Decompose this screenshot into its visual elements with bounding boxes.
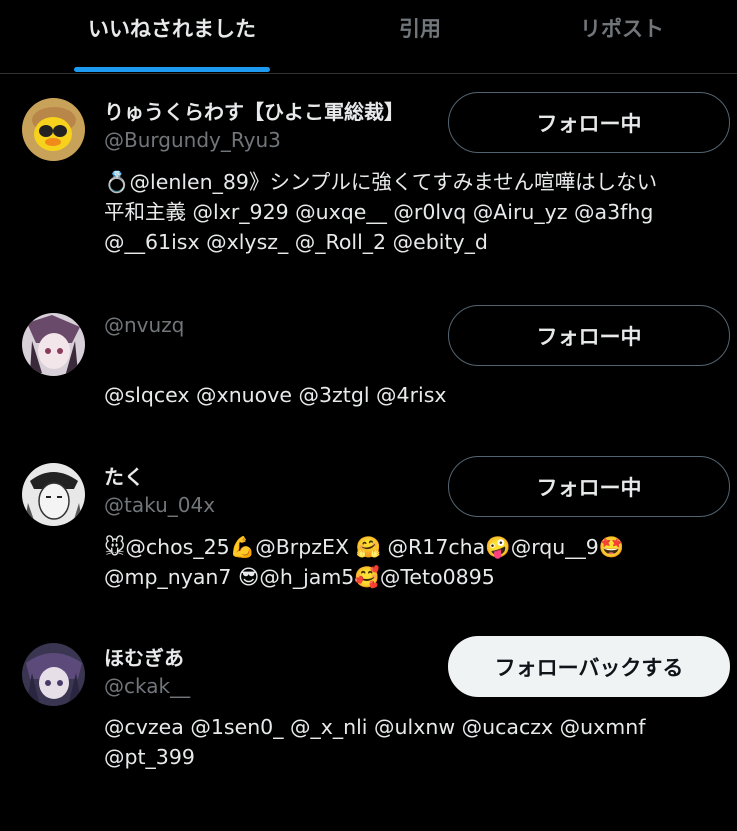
anime-avatar-image	[22, 313, 85, 376]
following-button[interactable]: フォロー中	[448, 456, 730, 517]
bio-line: @pt_399	[104, 745, 195, 769]
tab-reposts[interactable]: リポスト	[552, 14, 692, 44]
avatar[interactable]	[22, 643, 85, 706]
anime-avatar-image	[22, 643, 85, 706]
manga-avatar-image	[22, 463, 85, 526]
avatar[interactable]	[22, 463, 85, 526]
tab-liked[interactable]: いいねされました	[74, 14, 270, 44]
bio-line: 💍@lenlen_89》シンプルに強くてすみません喧嘩はしない	[104, 170, 658, 194]
bio-line: @cvzea @1sen0_ @_x_nli @ulxnw @ucaczx @u…	[104, 715, 646, 739]
user-display-name: りゅうくらわす【ひよこ軍総裁】	[104, 100, 404, 124]
user-display-name: ほむぎあ	[104, 646, 184, 670]
following-button[interactable]: フォロー中	[448, 92, 730, 153]
user-handle: @ckak__	[104, 674, 191, 698]
duck-avatar-image	[22, 98, 85, 161]
bio-line: 🐭@chos_25💪@BrpzEX 🤗 @R17cha🤪@rqu__9🤩	[104, 535, 625, 559]
user-bio: 💍@lenlen_89》シンプルに強くてすみません喧嘩はしない 平和主義 @lx…	[104, 167, 724, 257]
tab-quotes[interactable]: 引用	[360, 14, 480, 44]
user-handle: @nvuzq	[104, 313, 185, 337]
following-button[interactable]: フォロー中	[448, 305, 730, 366]
bio-line: @slqcex @xnuove @3ztgl @4risx	[104, 383, 447, 407]
bio-line: 平和主義 @lxr_929 @uxqe__ @r0lvq @Airu_yz @a…	[104, 200, 654, 224]
notification-tabs: いいねされました 引用 リポスト	[0, 0, 737, 74]
follow-back-button[interactable]: フォローバックする	[448, 636, 730, 697]
user-handle: @taku_04x	[104, 493, 216, 517]
avatar[interactable]	[22, 313, 85, 376]
bio-line: @__61isx @xlysz_ @_Roll_2 @ebity_d	[104, 230, 488, 254]
active-tab-indicator	[74, 67, 270, 72]
user-bio: @cvzea @1sen0_ @_x_nli @ulxnw @ucaczx @u…	[104, 712, 724, 772]
avatar[interactable]	[22, 98, 85, 161]
user-handle: @Burgundy_Ryu3	[104, 128, 281, 152]
user-bio: 🐭@chos_25💪@BrpzEX 🤗 @R17cha🤪@rqu__9🤩 @mp…	[104, 532, 724, 592]
user-bio: @slqcex @xnuove @3ztgl @4risx	[104, 380, 724, 410]
bio-line: @mp_nyan7 😎@h_jam5🥰@Teto0895	[104, 565, 495, 589]
user-display-name: たく	[104, 465, 144, 489]
